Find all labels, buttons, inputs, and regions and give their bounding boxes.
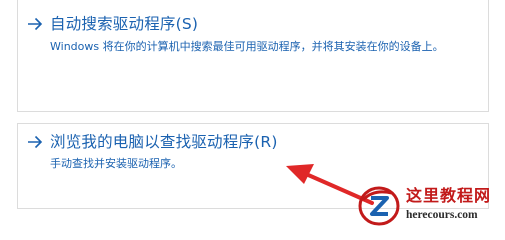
option-title: 浏览我的电脑以查找驱动程序(R) bbox=[50, 133, 278, 151]
option-description: 手动查找并安装驱动程序。 bbox=[50, 157, 182, 170]
z-logo-icon bbox=[358, 185, 402, 227]
watermark: 这里教程网 herecours.com bbox=[358, 183, 505, 228]
watermark-title: 这里教程网 bbox=[406, 186, 492, 205]
option-search-automatically[interactable]: 自动搜索驱动程序(S) Windows 将在你的计算机中搜索最佳可用驱动程序，并… bbox=[17, 0, 489, 112]
watermark-url: herecours.com bbox=[406, 209, 478, 221]
option-header: 浏览我的电脑以查找驱动程序(R) bbox=[27, 133, 278, 151]
option-title: 自动搜索驱动程序(S) bbox=[50, 15, 199, 33]
driver-update-dialog: 自动搜索驱动程序(S) Windows 将在你的计算机中搜索最佳可用驱动程序，并… bbox=[0, 0, 505, 228]
right-arrow-icon bbox=[27, 135, 43, 149]
option-header: 自动搜索驱动程序(S) bbox=[27, 15, 198, 33]
option-description: Windows 将在你的计算机中搜索最佳可用驱动程序，并将其安装在你的设备上。 bbox=[50, 40, 444, 53]
right-arrow-icon bbox=[27, 17, 43, 31]
